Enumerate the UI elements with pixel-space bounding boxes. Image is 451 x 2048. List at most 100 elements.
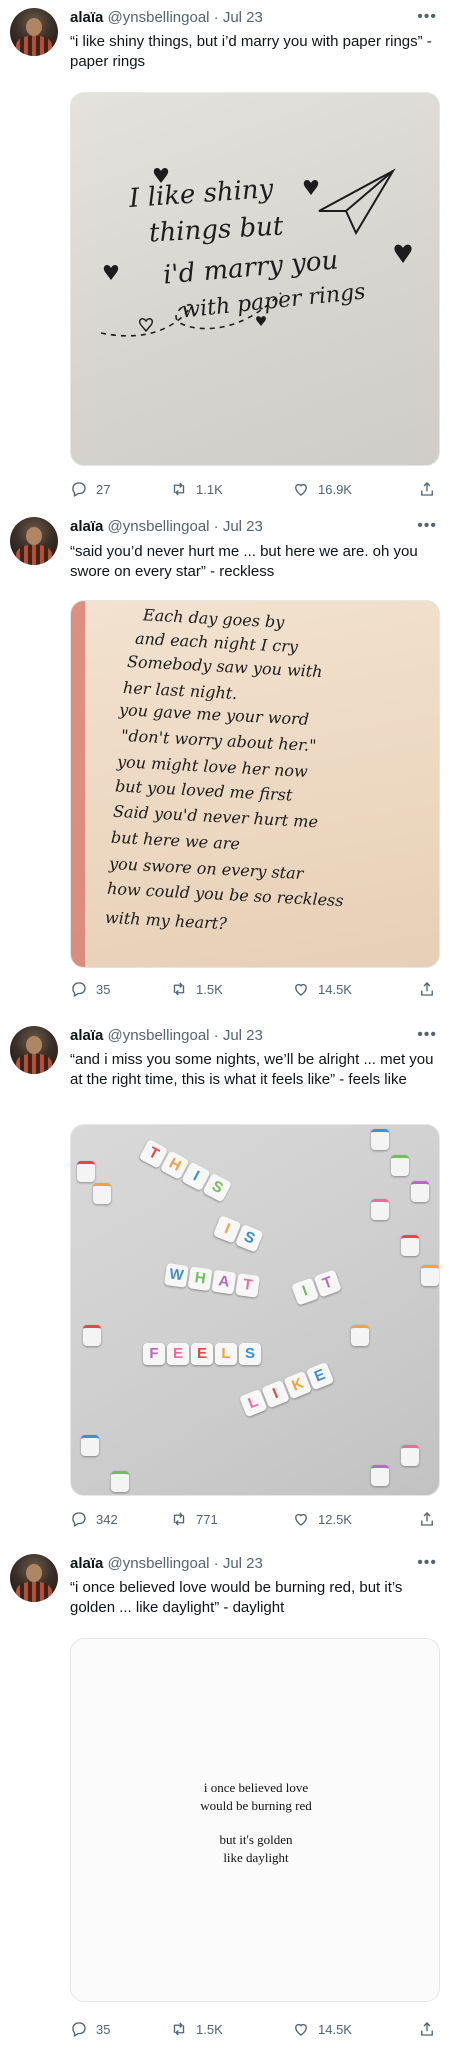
avatar-face <box>26 18 42 36</box>
user-handle[interactable]: @ynsbellingoal <box>108 1027 210 1044</box>
reply-button[interactable]: 35 <box>70 2020 110 2038</box>
letter-bead: W <box>163 1263 189 1288</box>
like-button[interactable]: 12.5K <box>292 1510 352 1528</box>
heart-doodle <box>303 180 319 195</box>
image-handwriting-line: Somebody saw you with <box>126 651 323 682</box>
heart-doodle <box>103 265 119 280</box>
tweet-header: alaïa @ynsbellingoal · Jul 23 <box>70 517 263 537</box>
small-heart-outline <box>138 318 154 333</box>
avatar-shirt <box>16 36 52 56</box>
share-button[interactable] <box>418 1510 436 1528</box>
retweet-button[interactable]: 771 <box>170 1510 218 1528</box>
display-name[interactable]: alaïa <box>70 518 103 535</box>
reply-button[interactable]: 342 <box>70 1510 118 1528</box>
avatar[interactable] <box>10 8 58 56</box>
loose-bead <box>371 1199 389 1220</box>
share-button[interactable] <box>418 480 436 498</box>
image-handwriting-line: but here we are <box>110 827 241 854</box>
image-text-block: i once believed love would be burning re… <box>71 1779 439 1867</box>
user-handle[interactable]: @ynsbellingoal <box>108 518 210 535</box>
avatar[interactable] <box>10 1554 58 1602</box>
more-options-icon[interactable]: ••• <box>417 517 437 535</box>
tweet[interactable]: alaïa @ynsbellingoal · Jul 23 ••• “i onc… <box>0 1550 451 2048</box>
letter-bead: E <box>167 1343 189 1365</box>
letter-bead: T <box>235 1273 261 1298</box>
tweet-actions: 342 771 12.5K <box>70 1510 440 1530</box>
tweet[interactable]: alaïa @ynsbellingoal · Jul 23 ••• “said … <box>0 510 451 1020</box>
tweet-text: “i once believed love would be burning r… <box>70 1579 403 1616</box>
bead-word: FEELS <box>143 1343 261 1365</box>
bead-word: IT <box>291 1269 342 1306</box>
reply-button[interactable]: 35 <box>70 980 110 998</box>
share-button[interactable] <box>418 980 436 998</box>
display-name[interactable]: alaïa <box>70 9 103 26</box>
tweet-text: “said you’d never hurt me ... but here w… <box>70 543 418 580</box>
avatar-shirt <box>16 545 52 565</box>
reply-button[interactable]: 27 <box>70 480 110 498</box>
loose-bead <box>391 1155 409 1176</box>
loose-bead <box>81 1435 99 1456</box>
loose-bead <box>111 1471 129 1492</box>
tweet-date[interactable]: Jul 23 <box>223 1555 263 1572</box>
user-handle[interactable]: @ynsbellingoal <box>108 1555 210 1572</box>
like-count: 14.5K <box>318 981 352 997</box>
user-handle[interactable]: @ynsbellingoal <box>108 9 210 26</box>
letter-bead: S <box>239 1343 261 1365</box>
tweet-date[interactable]: Jul 23 <box>223 1027 263 1044</box>
letter-bead: T <box>313 1269 342 1298</box>
letter-bead: L <box>215 1343 237 1365</box>
retweet-icon <box>173 482 185 496</box>
tweet-image[interactable]: THISISWHATITFEELSLIKE <box>70 1124 440 1496</box>
like-button[interactable]: 16.9K <box>292 480 352 498</box>
retweet-button[interactable]: 1.5K <box>170 2020 223 2038</box>
loose-bead <box>411 1181 429 1202</box>
reply-count: 342 <box>96 1511 118 1527</box>
tweet-header: alaïa @ynsbellingoal · Jul 23 <box>70 1554 263 1574</box>
display-name[interactable]: alaïa <box>70 1027 103 1044</box>
tweet-text: “i like shiny things, but i’d marry you … <box>70 33 432 70</box>
bead-word: WHAT <box>163 1263 261 1298</box>
reply-count: 27 <box>96 481 111 497</box>
retweet-count: 1.5K <box>196 981 223 997</box>
bead-word: IS <box>212 1215 264 1253</box>
image-text-line: but it's golden <box>219 1832 293 1847</box>
like-button[interactable]: 14.5K <box>292 2020 352 2038</box>
tweet-image[interactable]: I like shiny things but i'd marry you wi… <box>70 92 440 466</box>
image-handwriting-line: you gave me your word <box>118 700 310 729</box>
loose-bead <box>83 1325 101 1346</box>
image-handwriting-line: how could you be so reckless <box>106 878 344 911</box>
separator: · <box>213 9 219 26</box>
share-button[interactable] <box>418 2020 436 2038</box>
tweet-image[interactable]: Each day goes by and each night I cry So… <box>70 600 440 968</box>
avatar[interactable] <box>10 517 58 565</box>
more-options-icon[interactable]: ••• <box>417 1026 437 1044</box>
avatar-face <box>26 1036 42 1054</box>
more-options-icon[interactable]: ••• <box>417 8 437 26</box>
like-count: 16.9K <box>318 481 352 497</box>
tweet-image[interactable]: i once believed love would be burning re… <box>70 1638 440 2002</box>
tweet[interactable]: alaïa @ynsbellingoal · Jul 23 ••• “i lik… <box>0 0 451 510</box>
notebook-binding <box>71 601 85 967</box>
image-handwriting-line: "don't worry about her." <box>120 725 317 756</box>
reply-icon <box>72 482 86 497</box>
bead-word: THIS <box>138 1139 232 1203</box>
avatar-shirt <box>16 1582 52 1602</box>
tweet-date[interactable]: Jul 23 <box>223 9 263 26</box>
reply-icon <box>72 1512 86 1527</box>
tweet-date[interactable]: Jul 23 <box>223 518 263 535</box>
display-name[interactable]: alaïa <box>70 1555 103 1572</box>
like-button[interactable]: 14.5K <box>292 980 352 998</box>
retweet-count: 771 <box>196 1511 218 1527</box>
retweet-button[interactable]: 1.1K <box>170 480 223 498</box>
image-handwriting-line: and each night I cry <box>134 628 299 657</box>
image-handwriting-line: you might love her now <box>116 752 309 781</box>
like-count: 14.5K <box>318 2021 352 2037</box>
share-icon <box>421 482 433 496</box>
avatar[interactable] <box>10 1026 58 1074</box>
tweet-text: “and i miss you some nights, we’ll be al… <box>70 1051 434 1088</box>
like-icon <box>295 483 307 496</box>
more-options-icon[interactable]: ••• <box>417 1554 437 1572</box>
retweet-button[interactable]: 1.5K <box>170 980 223 998</box>
tweet[interactable]: alaïa @ynsbellingoal · Jul 23 ••• “and i… <box>0 1020 451 1550</box>
reply-count: 35 <box>96 2021 111 2037</box>
